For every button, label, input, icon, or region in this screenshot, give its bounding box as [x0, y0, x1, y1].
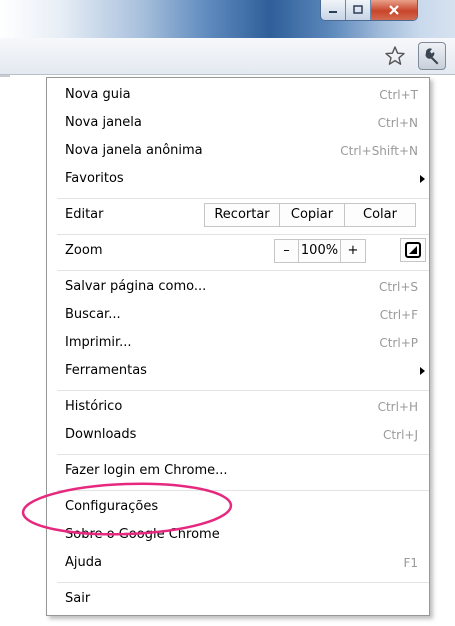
close-icon: [389, 5, 399, 15]
zoom-level: 100%: [299, 240, 341, 262]
copy-button[interactable]: Copiar: [280, 204, 345, 226]
menu-item-tools[interactable]: Ferramentas: [47, 357, 429, 385]
wrench-menu-button[interactable]: [418, 42, 446, 70]
menu-item-save-page[interactable]: Salvar página como... Ctrl+S: [47, 273, 429, 301]
menu-item-shortcut: Ctrl+J: [383, 428, 418, 442]
menu-item-print[interactable]: Imprimir... Ctrl+P: [47, 329, 429, 357]
menu-item-label: Nova janela: [65, 115, 142, 130]
maximize-button[interactable]: [346, 0, 371, 20]
menu-item-label: Nova janela anônima: [65, 143, 203, 158]
menu-item-history[interactable]: Histórico Ctrl+H: [47, 393, 429, 421]
fullscreen-icon: [405, 242, 421, 258]
close-button[interactable]: [371, 0, 417, 20]
menu-item-settings[interactable]: Configurações: [47, 493, 429, 521]
menu-item-shortcut: Ctrl+N: [377, 116, 418, 130]
minimize-icon: [329, 11, 337, 13]
wrench-icon: [425, 48, 439, 65]
menu-item-downloads[interactable]: Downloads Ctrl+J: [47, 421, 429, 449]
menu-item-about[interactable]: Sobre o Google Chrome: [47, 521, 429, 549]
zoom-controls: – 100% +: [274, 239, 366, 263]
submenu-arrow-icon: [420, 367, 425, 375]
menu-item-shortcut: Ctrl+S: [378, 280, 418, 294]
menu-item-label: Sair: [65, 591, 91, 606]
submenu-arrow-icon: [420, 175, 425, 183]
cut-button[interactable]: Recortar: [205, 204, 280, 226]
menu-item-label: Nova guia: [65, 87, 131, 102]
menu-item-label: Configurações: [65, 499, 159, 514]
menu-item-label: Buscar...: [65, 307, 121, 322]
menu-item-label: Sobre o Google Chrome: [65, 527, 220, 542]
menu-item-bookmarks[interactable]: Favoritos: [47, 165, 429, 193]
menu-separator: [57, 490, 429, 491]
menu-item-label: Histórico: [65, 399, 123, 414]
menu-item-label: Ajuda: [65, 555, 102, 570]
menu-item-label: Ferramentas: [65, 363, 147, 378]
menu-separator: [57, 582, 429, 583]
menu-item-label: Fazer login em Chrome...: [65, 463, 228, 478]
edit-button-group: Recortar Copiar Colar: [204, 203, 416, 227]
maximize-icon: [353, 5, 363, 14]
address-bar-edge: [0, 75, 10, 77]
menu-item-shortcut: F1: [403, 556, 418, 570]
menu-item-sign-in[interactable]: Fazer login em Chrome...: [47, 457, 429, 485]
menu-item-find[interactable]: Buscar... Ctrl+F: [47, 301, 429, 329]
menu-item-shortcut: Ctrl+Shift+N: [340, 144, 418, 158]
minimize-button[interactable]: [321, 0, 346, 20]
menu-item-shortcut: Ctrl+F: [379, 308, 418, 322]
menu-item-label: Zoom: [65, 243, 103, 258]
menu-separator: [57, 234, 429, 235]
star-icon[interactable]: [384, 45, 406, 67]
fullscreen-button[interactable]: [400, 238, 426, 262]
zoom-out-button[interactable]: –: [275, 240, 299, 262]
chrome-menu: Nova guia Ctrl+T Nova janela Ctrl+N Nova…: [46, 77, 430, 616]
menu-item-label: Favoritos: [65, 171, 124, 186]
menu-item-shortcut: Ctrl+T: [379, 88, 418, 102]
menu-item-exit[interactable]: Sair: [47, 585, 429, 613]
menu-item-zoom: Zoom – 100% +: [47, 237, 429, 265]
menu-item-label: Editar: [65, 207, 104, 222]
menu-separator: [57, 198, 429, 199]
menu-item-shortcut: Ctrl+H: [377, 400, 418, 414]
zoom-in-button[interactable]: +: [341, 240, 365, 262]
menu-item-label: Salvar página como...: [65, 279, 207, 294]
menu-item-shortcut: Ctrl+P: [379, 336, 418, 350]
menu-separator: [57, 270, 429, 271]
window-controls: [320, 0, 418, 21]
menu-item-edit: Editar Recortar Copiar Colar: [47, 201, 429, 229]
menu-item-new-tab[interactable]: Nova guia Ctrl+T: [47, 81, 429, 109]
menu-item-new-window[interactable]: Nova janela Ctrl+N: [47, 109, 429, 137]
menu-item-help[interactable]: Ajuda F1: [47, 549, 429, 577]
menu-separator: [57, 390, 429, 391]
paste-button[interactable]: Colar: [345, 204, 415, 226]
menu-item-label: Downloads: [65, 427, 137, 442]
menu-separator: [57, 454, 429, 455]
menu-item-label: Imprimir...: [65, 335, 132, 350]
menu-item-new-incognito[interactable]: Nova janela anônima Ctrl+Shift+N: [47, 137, 429, 165]
